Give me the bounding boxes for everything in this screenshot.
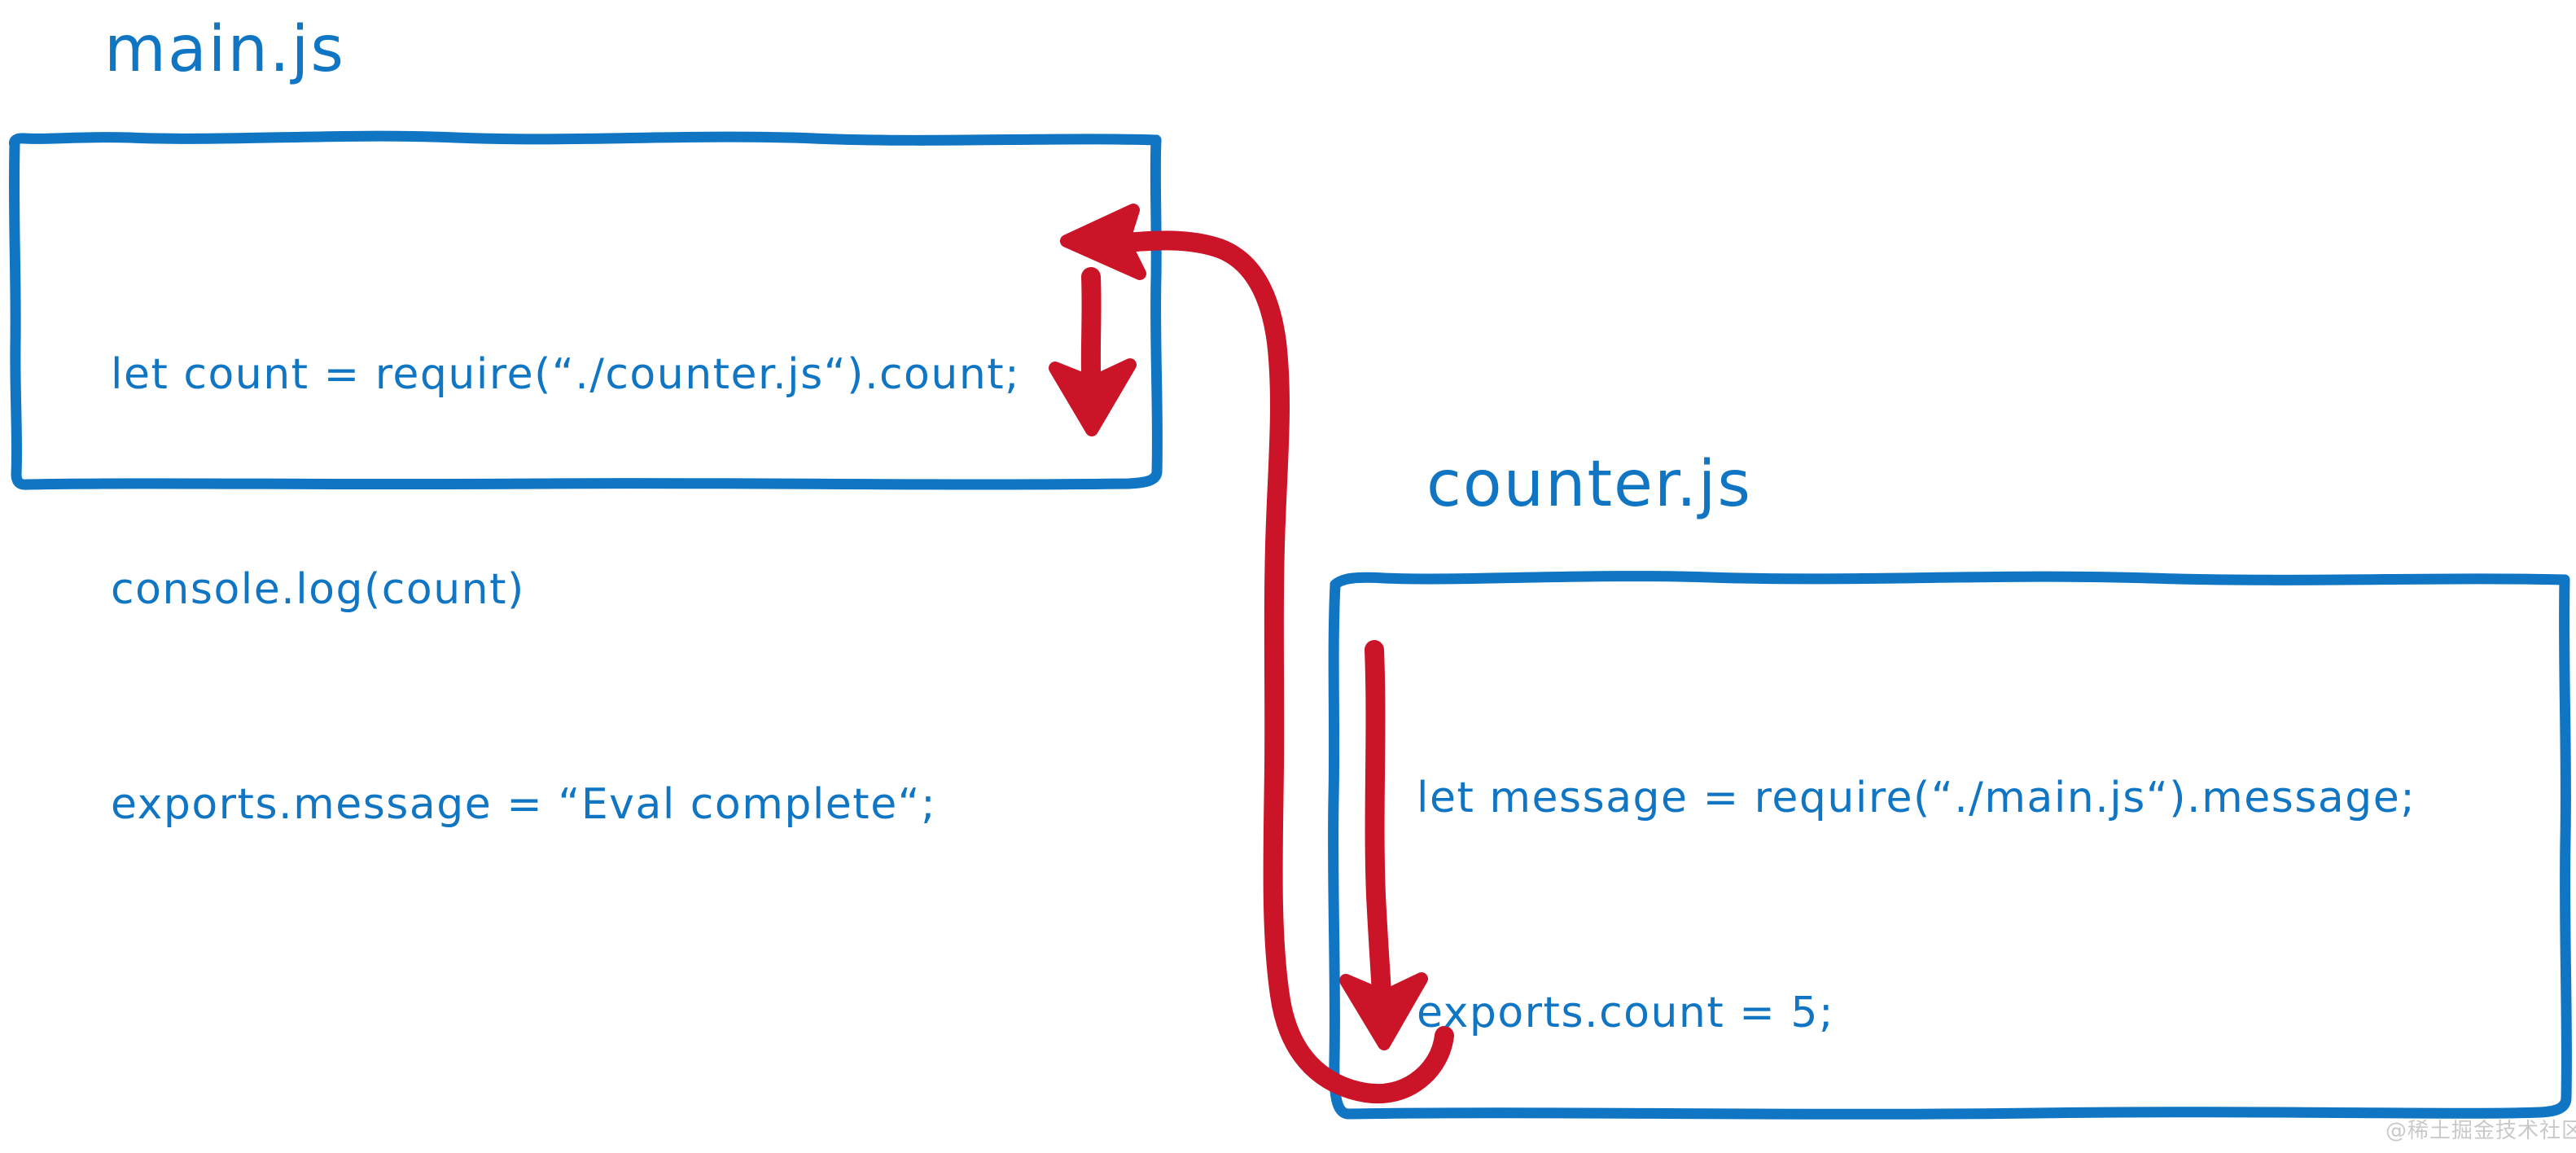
code-line: let message = require(“./main.js“).messa… xyxy=(1417,774,2416,822)
main-js-code-block: let count = require(“./counter.js“).coun… xyxy=(111,195,1112,984)
code-line: exports.message = “Eval complete“; xyxy=(111,780,937,829)
code-line: let count = require(“./counter.js“).coun… xyxy=(111,350,1021,399)
counter-js-code-block: let message = require(“./main.js“).messa… xyxy=(1417,619,2508,1153)
diagram-canvas: main.js let count = require(“./counter.j… xyxy=(0,0,2576,1153)
main-js-title: main.js xyxy=(104,13,345,86)
code-line: exports.count = 5; xyxy=(1417,989,1835,1037)
code-line: console.log(count) xyxy=(111,565,525,614)
require-counter-arrow xyxy=(1060,204,1454,1104)
counter-evaluation-down-arrow xyxy=(1339,640,1428,1050)
watermark-text: @稀土掘金技术社区 xyxy=(2385,1119,2576,1143)
counter-js-title: counter.js xyxy=(1426,448,1753,521)
